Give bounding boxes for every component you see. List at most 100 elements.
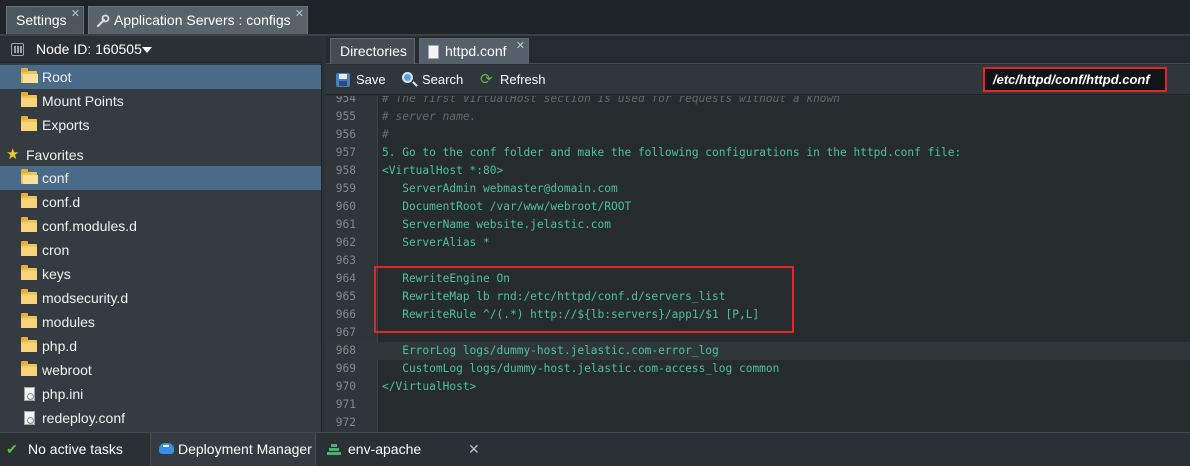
env-tab[interactable]: env-apache ✕ [318, 433, 490, 466]
close-icon[interactable]: ✕ [71, 8, 80, 20]
favorites-label: Favorites [26, 147, 84, 163]
folder-icon [21, 265, 37, 280]
line-number: 967 [335, 326, 356, 339]
refresh-label: Refresh [500, 72, 546, 87]
star-icon: ★ [6, 146, 20, 163]
editor-panel: Directories httpd.conf ✕ Save Search ⟳ R… [326, 36, 1190, 432]
code-text: <VirtualHost *:80> [382, 164, 504, 177]
search-label: Search [422, 72, 464, 87]
code-line: 957 5. Go to the conf folder and make the… [326, 144, 1190, 162]
code-text: ErrorLog logs/dummy-host.jelastic.com-er… [382, 344, 719, 357]
config-file-icon [24, 387, 35, 401]
wrench-icon [96, 14, 110, 28]
checkmark-icon: ✔ [6, 441, 18, 457]
tree-item-label: webroot [42, 362, 92, 378]
tree-item-label: redeploy.conf [42, 410, 126, 426]
tab-directories-label: Directories [340, 43, 407, 59]
search-icon [402, 72, 413, 83]
line-number: 954 [335, 96, 356, 105]
folder-icon [21, 313, 37, 328]
tab-application-servers-configs[interactable]: Application Servers : configs ✕ [88, 6, 308, 34]
tree-item-root[interactable]: Root [0, 65, 321, 89]
code-line: 955 # server name. [326, 108, 1190, 126]
status-bar: ✔ No active tasks Deployment Manager env… [0, 432, 1190, 466]
top-tab-bar: Settings ✕ Application Servers : configs… [0, 0, 1190, 36]
folder-icon [21, 193, 37, 208]
tree-item-cron[interactable]: cron [0, 238, 321, 262]
code-text: ServerAdmin webmaster@domain.com [382, 182, 618, 195]
close-icon[interactable]: ✕ [516, 40, 525, 52]
code-line: 954 # The first VirtualHost section is us… [326, 96, 1190, 108]
server-node-icon [11, 43, 24, 56]
task-status[interactable]: ✔ No active tasks [6, 433, 148, 466]
tree-item-modules[interactable]: modules [0, 310, 321, 334]
chevron-down-icon[interactable] [142, 47, 152, 53]
code-editor[interactable]: 954 # The first VirtualHost section is us… [326, 96, 1190, 432]
tree-item-label: conf.modules.d [42, 218, 137, 234]
highlight-box [374, 266, 794, 333]
favorites-header[interactable]: ★ Favorites [0, 143, 321, 167]
task-status-label: No active tasks [28, 441, 123, 457]
config-file-icon [428, 45, 439, 59]
close-icon[interactable]: ✕ [295, 8, 304, 20]
tree-item-label: modsecurity.d [42, 290, 129, 306]
tab-httpd-conf[interactable]: httpd.conf ✕ [419, 38, 529, 64]
save-label: Save [356, 72, 386, 87]
line-number: 962 [335, 236, 356, 249]
tree-item-php-ini[interactable]: php.ini [0, 382, 321, 406]
tree-item-conf-modules-d[interactable]: conf.modules.d [0, 214, 321, 238]
line-number: 964 [335, 272, 356, 285]
line-number: 955 [335, 110, 356, 123]
tree-item-php-d[interactable]: php.d [0, 334, 321, 358]
line-number: 966 [335, 308, 356, 321]
code-line: 959 ServerAdmin webmaster@domain.com [326, 180, 1190, 198]
tree-item-conf[interactable]: conf [0, 166, 321, 190]
code-line: 970 </VirtualHost> [326, 378, 1190, 396]
tab-settings[interactable]: Settings ✕ [6, 6, 84, 34]
editor-toolbar: Save Search ⟳ Refresh /etc/httpd/conf/ht… [326, 65, 1190, 95]
folder-icon [21, 289, 37, 304]
tree-item-exports[interactable]: Exports [0, 113, 321, 137]
line-number: 968 [335, 344, 356, 357]
line-number: 963 [335, 254, 356, 267]
tree-item-label: keys [42, 266, 71, 282]
code-line: 956 # [326, 126, 1190, 144]
tree-item-conf-d[interactable]: conf.d [0, 190, 321, 214]
config-file-icon [24, 411, 35, 425]
tree-item-keys[interactable]: keys [0, 262, 321, 286]
code-text: DocumentRoot /var/www/webroot/ROOT [382, 200, 632, 213]
code-line: 962 ServerAlias * [326, 234, 1190, 252]
line-number: 957 [335, 146, 356, 159]
line-number: 960 [335, 200, 356, 213]
tree-item-modsecurity-d[interactable]: modsecurity.d [0, 286, 321, 310]
tab-directories[interactable]: Directories [330, 38, 415, 64]
folder-icon [21, 92, 37, 107]
tree-item-label: conf.d [42, 194, 81, 210]
folder-icon [21, 241, 37, 256]
deployment-manager-label: Deployment Manager [178, 441, 312, 457]
line-number: 965 [335, 290, 356, 303]
code-text: # The first VirtualHost section is used … [382, 96, 841, 105]
code-line: 960 DocumentRoot /var/www/webroot/ROOT [326, 198, 1190, 216]
deployment-manager-button[interactable]: Deployment Manager [150, 433, 316, 466]
cloud-upload-icon [159, 443, 174, 454]
tree-item-webroot[interactable]: webroot [0, 358, 321, 382]
tree-item-redeploy-conf[interactable]: redeploy.conf [0, 406, 321, 430]
node-selector[interactable]: Node ID: 160505 [0, 36, 322, 63]
close-icon[interactable]: ✕ [468, 433, 480, 466]
line-number: 956 [335, 128, 356, 141]
line-number: 959 [335, 182, 356, 195]
save-icon [336, 73, 350, 87]
tree-item-label: conf [42, 170, 69, 186]
code-text: # [382, 128, 389, 141]
file-tree-sidebar: Node ID: 160505 Root Mount Points Export… [0, 36, 322, 432]
tree-item-mount-points[interactable]: Mount Points [0, 89, 321, 113]
tab-settings-label: Settings [16, 12, 67, 28]
code-line: 961 ServerName website.jelastic.com [326, 216, 1190, 234]
node-id-label: Node ID: 160505 [36, 41, 142, 57]
code-line: 971 [326, 396, 1190, 414]
tree-item-label: php.d [42, 338, 78, 354]
code-text: CustomLog logs/dummy-host.jelastic.com-a… [382, 362, 780, 375]
folder-open-icon [21, 68, 38, 83]
tree-item-label: Mount Points [42, 93, 124, 109]
